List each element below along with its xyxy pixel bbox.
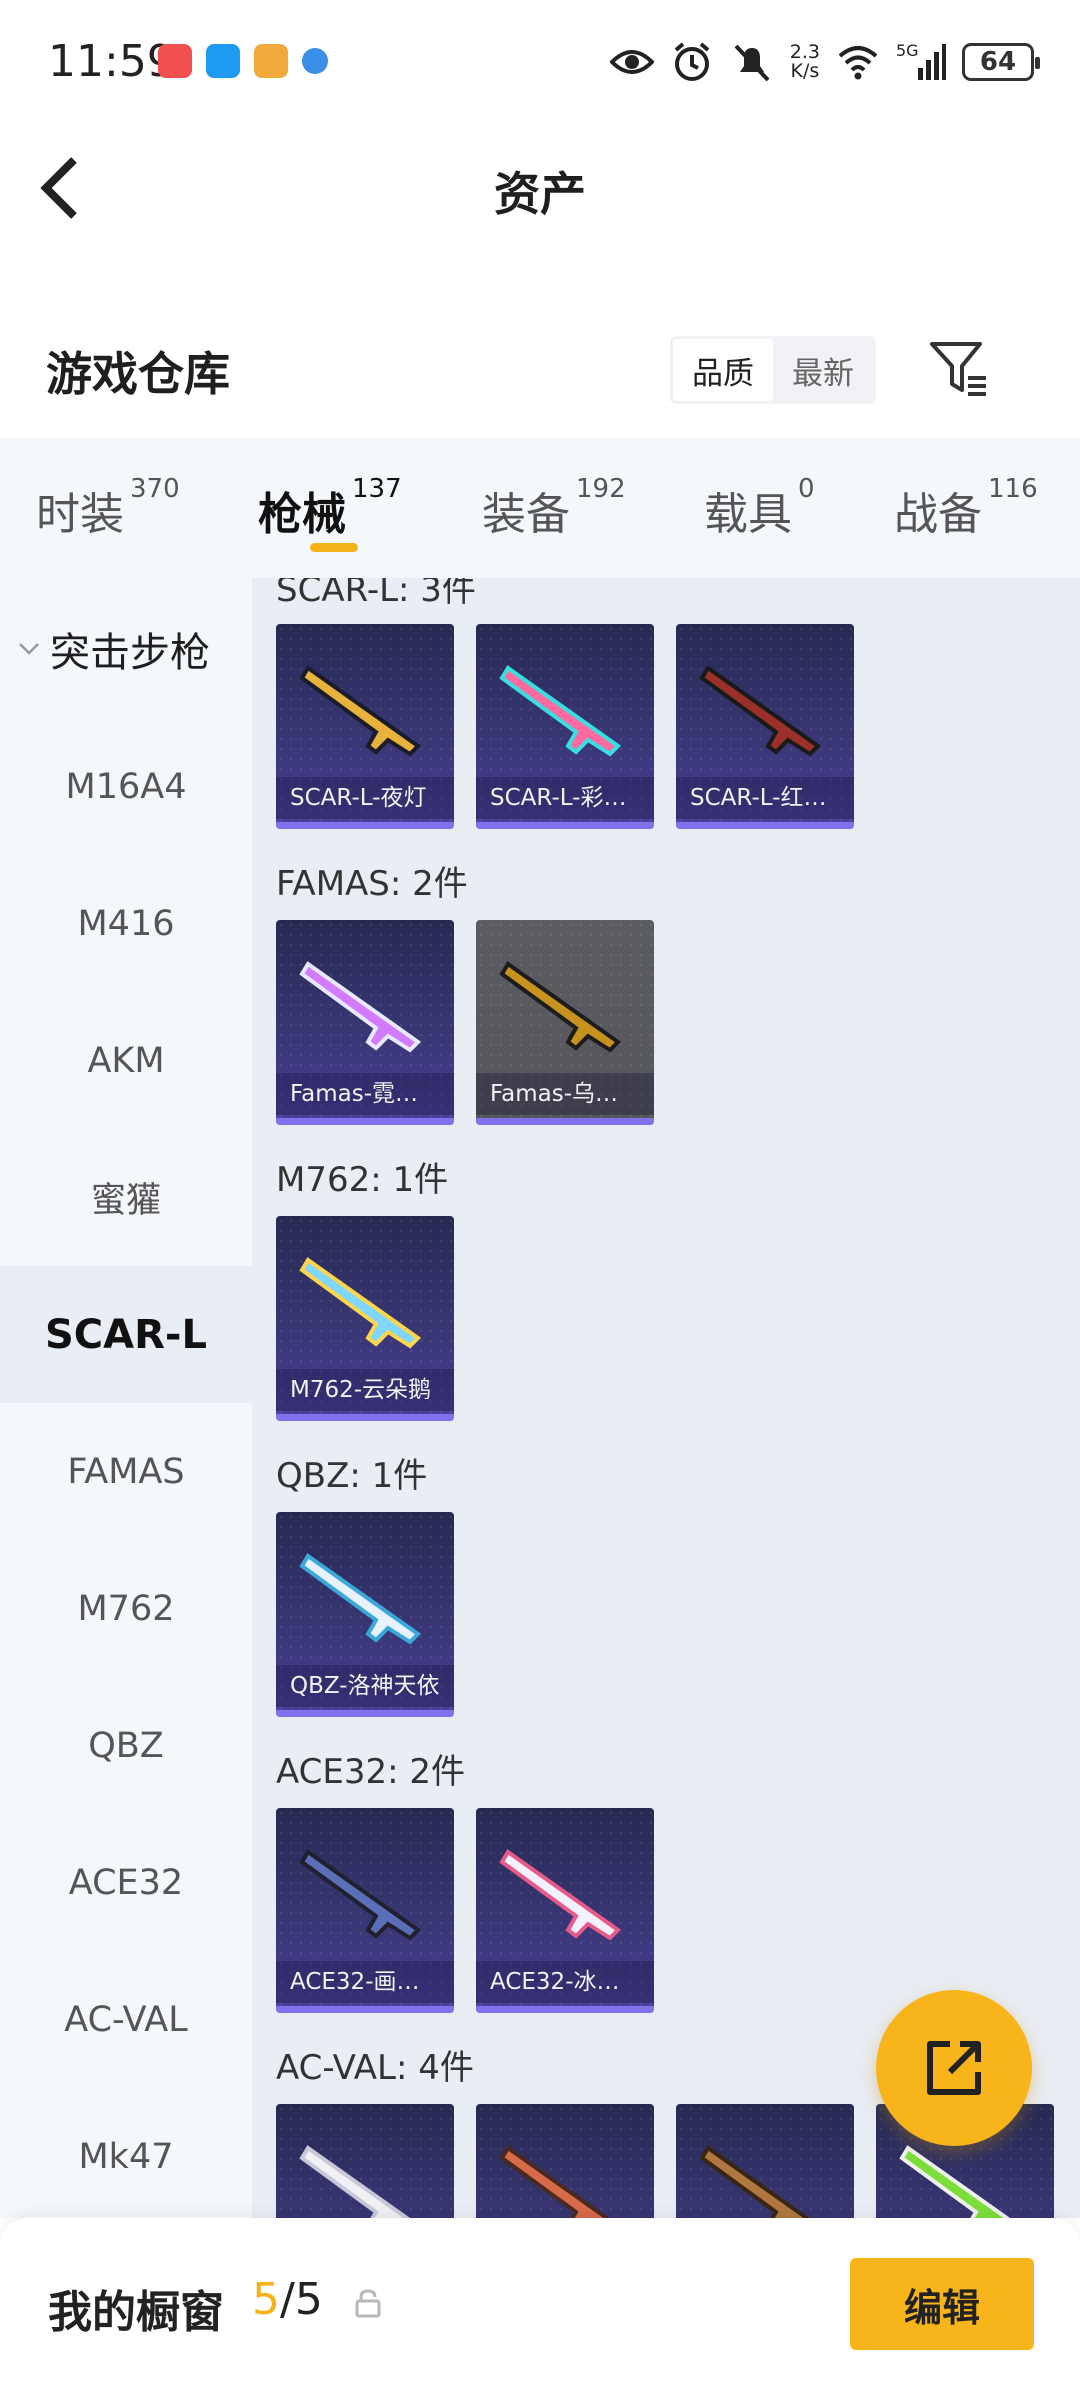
section-label-qbz: QBZ: 1件 — [276, 1456, 428, 1496]
filter-icon[interactable] — [928, 338, 990, 400]
weapon-card[interactable]: ACE32-冰晶… — [476, 1808, 654, 2013]
page-title: 资产 — [494, 167, 586, 221]
edit-button[interactable]: 编辑 — [850, 2258, 1034, 2350]
weapon-card[interactable]: SCAR-L-彩… — [476, 624, 654, 829]
status-icons: 2.3 K/s 5G 64 — [609, 40, 1040, 84]
rifle-icon — [499, 1849, 622, 1941]
sidebar-item-ace32[interactable]: ACE32 — [0, 1814, 252, 1951]
sidebar-item-mk47[interactable]: Mk47 — [0, 2088, 252, 2218]
sidebar-item-akm[interactable]: AKM — [0, 992, 252, 1129]
signal-icon: 5G — [896, 41, 946, 80]
sort-toggle: 品质 最新 — [670, 336, 876, 404]
sidebar-group-assault-rifles[interactable]: 突击步枪 — [18, 620, 210, 678]
showcase-label: 我的橱窗 — [48, 2287, 224, 2338]
showcase-count: 5/5 — [252, 2274, 323, 2325]
weapon-card[interactable]: Famas-乌木… — [476, 920, 654, 1125]
sidebar-item-honey-badger[interactable]: 蜜獾 — [0, 1129, 252, 1266]
tab-vehicles[interactable]: 载具 0 — [704, 474, 815, 542]
rifle-icon — [499, 2145, 611, 2218]
wifi-icon — [838, 46, 878, 80]
rifle-icon — [299, 1553, 422, 1645]
weapon-card[interactable] — [276, 2104, 454, 2218]
sidebar-item-m416[interactable]: M416 — [0, 855, 252, 992]
sidebar-item-ac-val[interactable]: AC-VAL — [0, 1951, 252, 2088]
orange-app-icon — [254, 44, 288, 78]
net-speed: 2.3 K/s — [789, 41, 820, 82]
battery-indicator: 64 — [962, 43, 1040, 81]
sidebar-item-m16a4[interactable]: M16A4 — [0, 718, 252, 855]
weapon-card[interactable] — [476, 2104, 654, 2218]
tab-fashion[interactable]: 时装 370 — [36, 474, 180, 542]
rifle-icon — [299, 1849, 422, 1941]
status-time: 11:59 — [48, 36, 175, 87]
weapon-card[interactable]: SCAR-L-夜灯 — [276, 624, 454, 829]
tab-weapons[interactable]: 枪械 137 — [258, 474, 402, 542]
svg-text:5G: 5G — [896, 41, 919, 60]
weapon-card[interactable]: QBZ-洛神天依 — [276, 1512, 454, 1717]
weapon-card[interactable]: ACE32-画境… — [276, 1808, 454, 2013]
share-button[interactable] — [876, 1990, 1032, 2146]
lock-icon — [355, 2289, 381, 2318]
rifle-icon — [299, 1257, 422, 1349]
red-app-icon — [158, 44, 192, 78]
share-icon — [927, 2041, 981, 2095]
rifle-icon — [299, 961, 422, 1053]
tab-supplies[interactable]: 战备 116 — [894, 474, 1038, 542]
weapon-card[interactable]: Famas-霓彩… — [276, 920, 454, 1125]
weapon-card[interactable] — [676, 2104, 854, 2218]
sidebar-item-famas[interactable]: FAMAS — [0, 1403, 252, 1540]
rifle-icon — [299, 665, 422, 757]
message-app-icon — [206, 44, 240, 78]
weapon-grid: SCAR-L: 3件 SCAR-L-夜灯 SCAR-L-彩… SCAR-L-红…… — [252, 578, 1080, 2218]
weapon-sidebar: 突击步枪 M16A4 M416 AKM 蜜獾 SCAR-L FAMAS M762… — [0, 578, 252, 2218]
showcase-bar: 我的橱窗 5/5 编辑 — [0, 2218, 1080, 2382]
browser-app-icon — [302, 48, 328, 74]
rifle-icon — [499, 665, 622, 757]
weapon-card[interactable]: M762-云朵鹅 — [276, 1216, 454, 1421]
rifle-icon — [499, 961, 622, 1053]
alarm-icon — [674, 42, 710, 81]
section-label-scar-l: SCAR-L: 3件 — [276, 578, 476, 610]
section-label-famas: FAMAS: 2件 — [276, 864, 468, 904]
notification-icons — [158, 44, 328, 78]
section-label-m762: M762: 1件 — [276, 1160, 449, 1200]
warehouse-title: 游戏仓库 — [46, 347, 230, 401]
mute-bell-icon — [734, 44, 770, 82]
weapon-card[interactable]: SCAR-L-红… — [676, 624, 854, 829]
sidebar-item-qbz[interactable]: QBZ — [0, 1677, 252, 1814]
category-tabs: 时装 370 枪械 137 装备 192 载具 0 战备 116 — [0, 438, 1080, 578]
sort-newest-button[interactable]: 最新 — [773, 339, 873, 401]
nav-bar: 资产 — [0, 126, 1080, 246]
chevron-down-icon — [19, 643, 39, 655]
eye-icon — [609, 50, 654, 74]
section-label-ac-val: AC-VAL: 4件 — [276, 2048, 474, 2088]
sort-quality-button[interactable]: 品质 — [673, 339, 773, 401]
sidebar-item-scar-l[interactable]: SCAR-L — [0, 1266, 252, 1403]
rifle-icon — [299, 2145, 411, 2218]
tab-indicator — [310, 543, 358, 552]
rifle-icon — [699, 665, 822, 757]
rifle-icon — [699, 2145, 811, 2218]
rifle-icon — [899, 2145, 1011, 2218]
section-label-ace32: ACE32: 2件 — [276, 1752, 466, 1792]
sidebar-item-m762[interactable]: M762 — [0, 1540, 252, 1677]
status-bar: 11:59 2.3 K/s 5G 64 — [0, 0, 1080, 126]
tab-equipment[interactable]: 装备 192 — [482, 474, 626, 542]
